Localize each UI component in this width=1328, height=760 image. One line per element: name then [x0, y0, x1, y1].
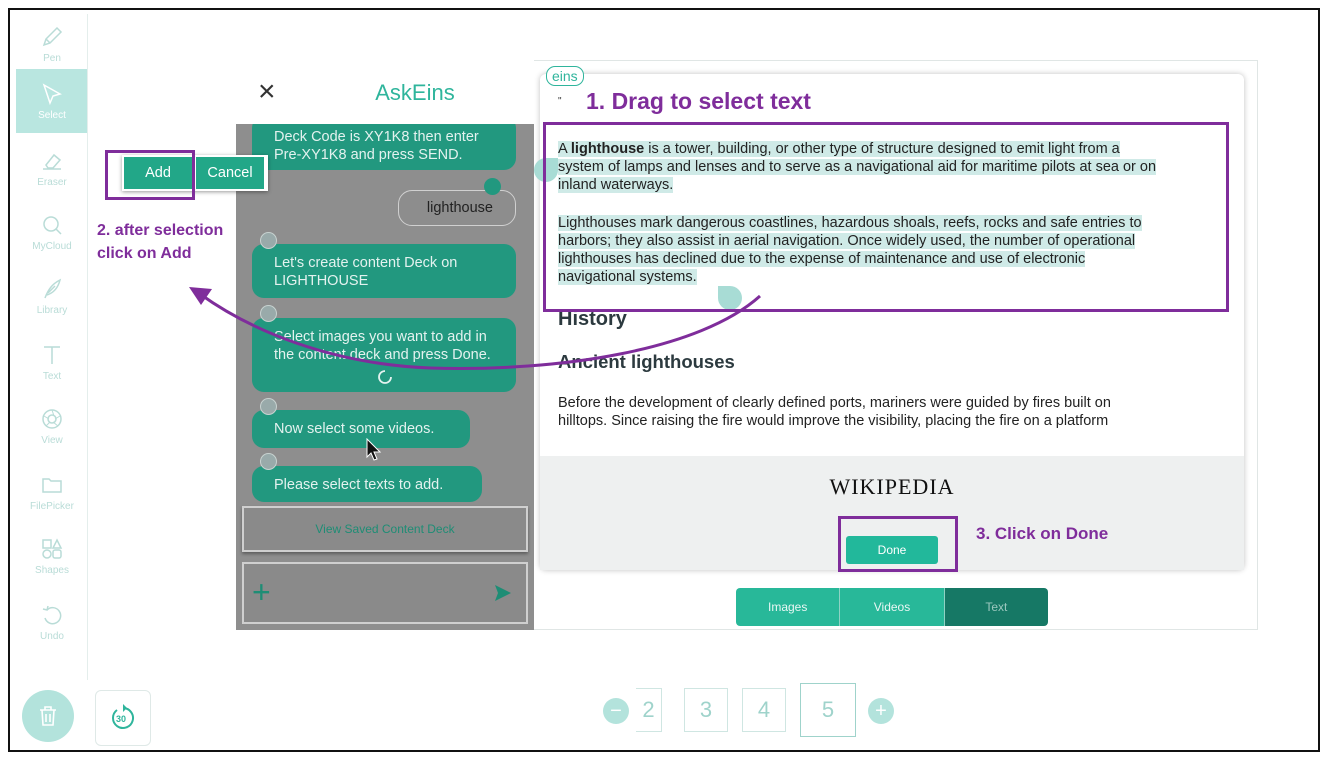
askeins-chat-panel: × AskEins Deck Code is XY1K8 then enter …	[236, 60, 534, 630]
page-3[interactable]: 3	[684, 688, 728, 732]
library-tool-label: Library	[36, 304, 68, 316]
view-tool-label: View	[41, 434, 63, 446]
eraser-tool[interactable]: Eraser	[16, 138, 87, 198]
mycloud-tool-label: MyCloud	[32, 240, 72, 252]
undo-icon	[42, 605, 62, 624]
tab-videos[interactable]: Videos	[839, 588, 944, 626]
chat-message: Now select some videos.	[252, 410, 470, 448]
chat-title: AskEins	[375, 80, 455, 105]
tab-images[interactable]: Images	[736, 588, 840, 626]
select-tool[interactable]: Select	[16, 69, 87, 133]
filepicker-tool[interactable]: FilePicker	[16, 462, 87, 522]
p3-line2: hilltops. Since raising the fire would i…	[558, 413, 1109, 429]
chat-input-bar[interactable]: +	[242, 562, 528, 624]
chat-message-user: lighthouse	[398, 190, 516, 226]
content-type-tabs: Images Videos Text	[736, 588, 1048, 626]
feather-icon	[44, 278, 62, 298]
search-icon	[43, 215, 62, 235]
mouse-cursor-icon	[366, 438, 382, 461]
text-tool[interactable]: Text	[16, 332, 87, 392]
text-icon	[44, 345, 60, 364]
loading-spinner-icon	[378, 370, 392, 384]
eins-badge: eins	[546, 66, 584, 86]
shapes-tool-label: Shapes	[35, 564, 69, 576]
chat-message: Let's create content Deck on LIGHTHOUSE	[252, 244, 516, 298]
filepicker-tool-label: FilePicker	[30, 500, 74, 512]
undo-tool-label: Undo	[40, 630, 64, 642]
chat-header: × AskEins	[236, 60, 534, 124]
replay-30-label: 30	[116, 714, 127, 724]
select-cursor-icon	[42, 82, 62, 105]
page-5[interactable]: 5	[800, 683, 856, 737]
previous-page-button[interactable]: −	[603, 698, 629, 724]
page-4[interactable]: 4	[742, 688, 786, 732]
annotation-step-2-line-1: 2. after selection	[97, 222, 224, 239]
annotation-step-2-line-2: click on Add	[97, 245, 192, 262]
bot-avatar-icon	[260, 232, 277, 249]
pen-icon	[42, 26, 63, 46]
trash-button[interactable]	[22, 690, 74, 742]
bot-avatar-icon	[260, 453, 277, 470]
bot-avatar-icon	[260, 398, 277, 415]
bullet-dot: "	[558, 96, 562, 107]
chat-message: Please select texts to add.	[252, 466, 482, 502]
annotation-step-1: 1. Drag to select text	[586, 88, 811, 114]
page-2[interactable]: 2	[636, 688, 662, 732]
select-tool-label: Select	[38, 109, 66, 121]
eraser-tool-label: Eraser	[37, 176, 67, 188]
annotation-box-selection	[543, 122, 1229, 312]
text-tool-label: Text	[42, 370, 62, 382]
cancel-button[interactable]: Cancel	[194, 155, 266, 191]
aperture-icon	[42, 408, 62, 429]
wikipedia-logo: WIKIPEDIA	[829, 474, 955, 499]
article-heading-ancient: Ancient lighthouses	[558, 351, 735, 372]
view-saved-content-deck-button[interactable]: View Saved Content Deck	[242, 506, 528, 552]
annotation-box-done	[838, 516, 958, 572]
mycloud-tool[interactable]: MyCloud	[16, 202, 87, 262]
article-paragraph-3[interactable]: Before the development of clearly define…	[558, 394, 1226, 430]
pen-tool[interactable]: Pen	[16, 14, 87, 74]
shapes-tool[interactable]: Shapes	[16, 526, 87, 586]
trash-icon	[40, 706, 56, 726]
eraser-icon	[43, 153, 62, 170]
user-avatar-icon	[484, 178, 501, 195]
p3-line1: Before the development of clearly define…	[558, 395, 1111, 411]
tab-text[interactable]: Text	[943, 588, 1048, 626]
pen-tool-label: Pen	[43, 52, 61, 64]
folder-icon	[42, 477, 62, 493]
annotation-step-3: 3. Click on Done	[976, 524, 1109, 543]
left-toolbar: Pen Select Eraser MyCloud Library Text V…	[16, 14, 88, 680]
shapes-icon	[42, 537, 63, 559]
library-tool[interactable]: Library	[16, 266, 87, 326]
next-page-button[interactable]: +	[868, 698, 894, 724]
annotation-box-add	[105, 150, 195, 200]
bot-avatar-icon	[260, 305, 277, 322]
chat-message: Deck Code is XY1K8 then enter Pre-XY1K8 …	[252, 116, 516, 170]
undo-tool[interactable]: Undo	[16, 592, 87, 652]
view-tool[interactable]: View	[16, 396, 87, 456]
add-attachment-button[interactable]: +	[252, 572, 271, 612]
send-icon[interactable]	[494, 584, 512, 602]
replay-30-button[interactable]: 30	[95, 690, 151, 746]
